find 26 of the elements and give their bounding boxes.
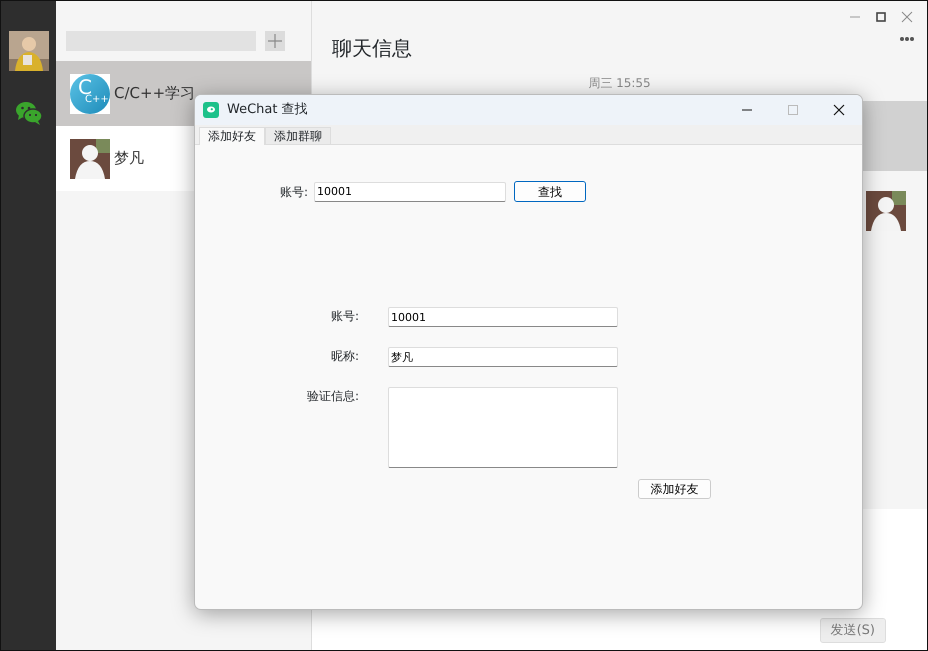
field-label: 验证信息: — [306, 388, 360, 405]
close-icon[interactable] — [833, 104, 845, 116]
input-field[interactable]: 10001 — [388, 307, 618, 327]
more-icon[interactable] — [899, 36, 915, 42]
app-icon — [203, 102, 219, 118]
avatar — [70, 138, 110, 178]
contact-name: C/C++学习 — [114, 83, 196, 104]
search-button[interactable]: 查找 — [514, 181, 586, 202]
field-label: 账号: — [330, 308, 360, 325]
account-field[interactable]: 10001 — [314, 182, 506, 202]
add-button[interactable] — [265, 31, 285, 51]
avatar — [866, 191, 906, 231]
tab[interactable]: 添加好友 — [199, 127, 265, 145]
message-field[interactable] — [388, 387, 618, 468]
input-field[interactable]: 梦凡 — [388, 347, 618, 367]
add-friend-button[interactable]: 添加好友 — [638, 479, 711, 499]
timestamp: 周三 15:55 — [588, 76, 651, 90]
maximize-icon[interactable] — [873, 9, 889, 25]
window-title: WeChat 查找 — [227, 101, 308, 120]
chat-icon[interactable] — [14, 101, 42, 125]
chat-title: 聊天信息 — [332, 35, 412, 62]
plus-icon — [267, 33, 283, 49]
contact-name: 梦凡 — [114, 148, 144, 170]
send-button[interactable]: 发送(S) — [820, 618, 886, 643]
tab[interactable]: 添加群聊 — [265, 127, 331, 144]
field-label: 昵称: — [330, 348, 360, 365]
